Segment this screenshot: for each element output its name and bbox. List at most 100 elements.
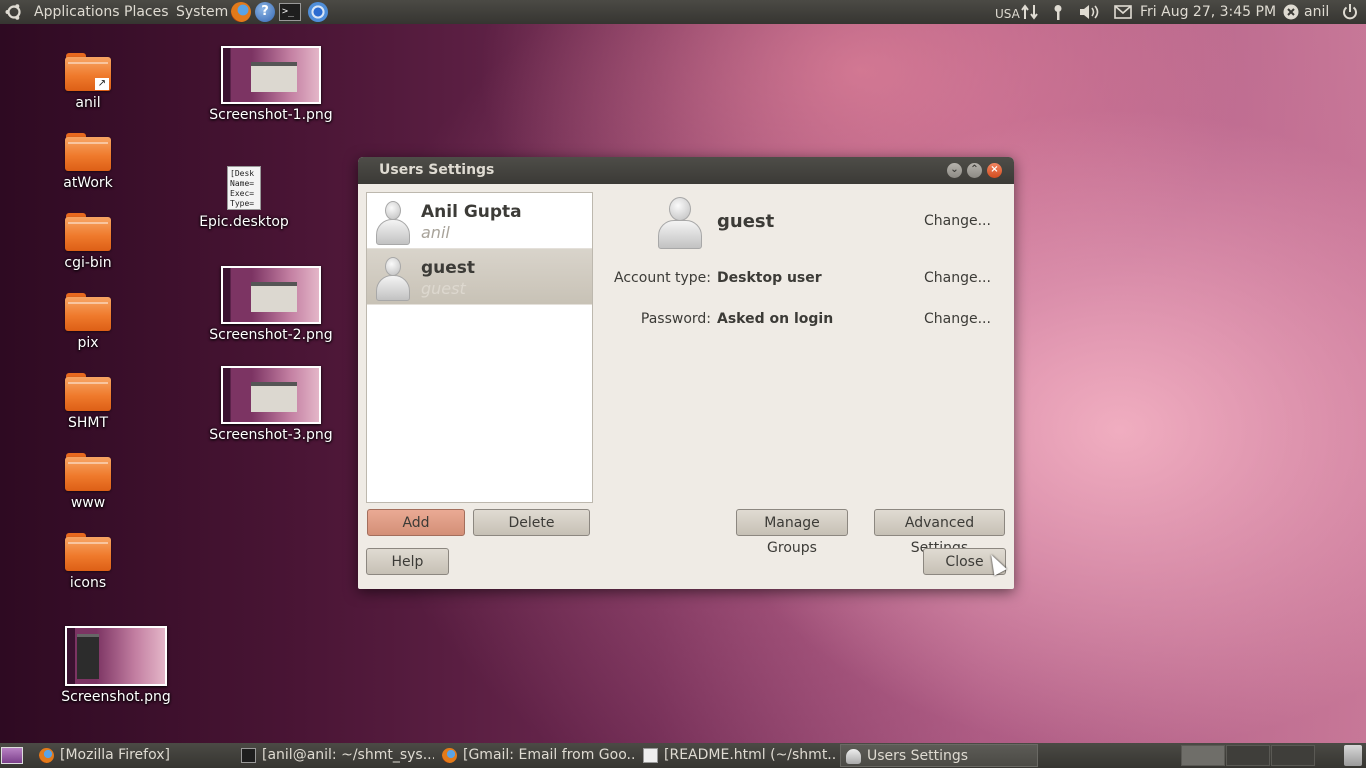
folder-icon	[65, 133, 111, 171]
folder-anil[interactable]: ↗ anil	[48, 53, 128, 111]
folder-label: icons	[69, 575, 107, 591]
mail-icon[interactable]	[1114, 4, 1132, 20]
file-preview-line: Type=	[230, 199, 255, 208]
password-label: Password:	[640, 311, 711, 327]
maximize-icon[interactable]: ⌃	[967, 163, 982, 178]
workspace-3[interactable]	[1271, 745, 1315, 766]
show-desktop-icon[interactable]	[1, 747, 23, 764]
network-icon[interactable]	[1021, 4, 1039, 20]
bottom-panel: [Mozilla Firefox] [anil@anil: ~/shmt_sys…	[0, 743, 1366, 768]
user-login-name: anil	[421, 223, 450, 242]
help-button[interactable]: Help	[366, 548, 449, 575]
user-menu[interactable]: anil	[1304, 3, 1329, 21]
folder-icon	[65, 213, 111, 251]
help-launcher-icon[interactable]: ?	[255, 2, 275, 22]
folder-cgi-bin[interactable]: cgi-bin	[48, 213, 128, 271]
image-thumbnail	[65, 626, 167, 686]
file-preview-line: Exec=	[230, 189, 255, 198]
folder-icon	[65, 533, 111, 571]
change-name-link[interactable]: Change...	[924, 213, 991, 229]
ubuntu-logo-icon[interactable]	[5, 3, 23, 21]
file-label: Screenshot-2.png	[209, 327, 333, 343]
image-thumbnail	[221, 366, 321, 424]
folder-label: anil	[75, 95, 101, 111]
user-avatar-icon	[376, 257, 410, 301]
user-row-anil[interactable]: Anil Gupta anil	[367, 193, 592, 249]
firefox-launcher-icon[interactable]	[231, 2, 251, 22]
task-label: Users Settings	[867, 748, 969, 764]
minimize-icon[interactable]: ⌄	[947, 163, 962, 178]
keyboard-layout-indicator[interactable]: USA	[995, 5, 1020, 23]
task-users-settings[interactable]: Users Settings	[840, 744, 1038, 767]
user-status-icon[interactable]	[1283, 4, 1299, 20]
file-label: Screenshot-1.png	[209, 107, 333, 123]
change-password-link[interactable]: Change...	[924, 311, 991, 327]
file-screenshot[interactable]: Screenshot.png	[56, 626, 176, 705]
desktop-file-icon: [Desk Name= Exec= Type=	[227, 166, 261, 210]
user-full-name: guest	[421, 258, 476, 278]
terminal-launcher-icon[interactable]: >_	[279, 3, 301, 21]
delete-user-button[interactable]: Delete	[473, 509, 590, 536]
folder-pix[interactable]: pix	[48, 293, 128, 351]
dialog-title: Users Settings	[379, 162, 495, 178]
selected-user-name: guest	[717, 211, 775, 232]
task-readme[interactable]: [README.html (~/shmt...	[638, 744, 836, 767]
workspace-1[interactable]	[1181, 745, 1225, 766]
applications-menu[interactable]: Applications	[34, 3, 120, 21]
folder-icon: ↗	[65, 53, 111, 91]
terminal-icon	[241, 748, 256, 763]
folder-label: SHMT	[67, 415, 109, 431]
file-screenshot-1[interactable]: Screenshot-1.png	[206, 46, 336, 123]
firefox-icon	[442, 748, 457, 763]
places-menu[interactable]: Places	[124, 3, 169, 21]
dialog-titlebar[interactable]: Users Settings ⌄ ⌃ ×	[358, 157, 1014, 184]
folder-icons[interactable]: icons	[48, 533, 128, 591]
password-value: Asked on login	[717, 311, 834, 327]
bluetooth-key-icon[interactable]	[1051, 4, 1065, 20]
task-terminal[interactable]: [anil@anil: ~/shmt_sys...	[236, 744, 434, 767]
task-label: [Mozilla Firefox]	[60, 747, 170, 763]
folder-label: cgi-bin	[64, 255, 112, 271]
account-type-value: Desktop user	[717, 270, 822, 286]
user-row-guest[interactable]: guest guest	[367, 249, 592, 305]
file-epic-desktop[interactable]: [Desk Name= Exec= Type= Epic.desktop	[184, 166, 304, 230]
file-screenshot-3[interactable]: Screenshot-3.png	[206, 366, 336, 443]
user-avatar-icon	[376, 201, 410, 245]
task-firefox[interactable]: [Mozilla Firefox]	[34, 744, 232, 767]
clock[interactable]: Fri Aug 27, 3:45 PM	[1140, 3, 1276, 21]
chromium-launcher-icon[interactable]	[308, 2, 328, 22]
power-icon[interactable]	[1342, 4, 1358, 20]
folder-www[interactable]: www	[48, 453, 128, 511]
task-label: [README.html (~/shmt...	[664, 747, 836, 763]
add-user-button[interactable]: Add	[367, 509, 465, 536]
file-screenshot-2[interactable]: Screenshot-2.png	[206, 266, 336, 343]
trash-icon[interactable]	[1344, 745, 1362, 766]
user-full-name: Anil Gupta	[421, 202, 522, 222]
user-login-name: guest	[421, 279, 466, 298]
folder-label: pix	[77, 335, 99, 351]
text-editor-icon	[643, 748, 658, 763]
folder-atwork[interactable]: atWork	[48, 133, 128, 191]
link-arrow-icon: ↗	[95, 78, 109, 90]
task-label: [Gmail: Email from Goo...	[463, 747, 635, 763]
image-thumbnail	[221, 266, 321, 324]
selected-user-avatar-icon	[658, 197, 702, 249]
user-list[interactable]: Anil Gupta anil guest guest	[366, 192, 593, 503]
file-preview-line: Name=	[230, 179, 255, 188]
users-icon	[846, 749, 861, 764]
volume-icon[interactable]	[1079, 4, 1101, 20]
workspace-2[interactable]	[1226, 745, 1270, 766]
folder-shmt[interactable]: SHMT	[48, 373, 128, 431]
top-panel: Applications Places System ? >_ USA Fri …	[0, 0, 1366, 24]
task-gmail[interactable]: [Gmail: Email from Goo...	[437, 744, 635, 767]
folder-icon	[65, 293, 111, 331]
system-menu[interactable]: System	[176, 3, 228, 21]
file-label: Screenshot.png	[61, 689, 171, 705]
folder-icon	[65, 453, 111, 491]
folder-label: www	[70, 495, 106, 511]
file-label: Epic.desktop	[199, 214, 289, 230]
change-account-type-link[interactable]: Change...	[924, 270, 991, 286]
manage-groups-button[interactable]: Manage Groups	[736, 509, 848, 556]
close-window-icon[interactable]: ×	[987, 163, 1002, 178]
advanced-settings-button[interactable]: Advanced Settings	[874, 509, 1005, 556]
